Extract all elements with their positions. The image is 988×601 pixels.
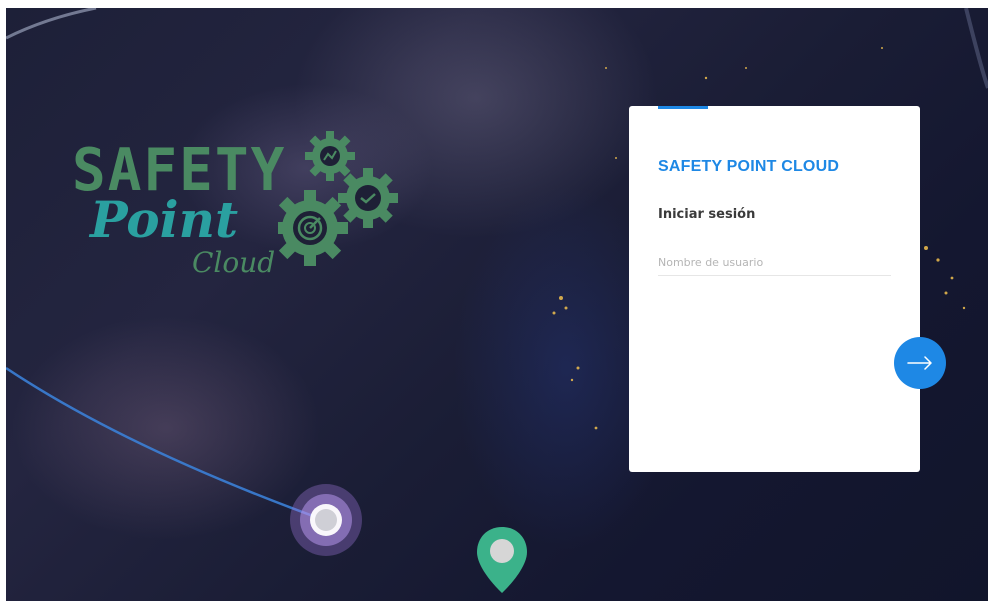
card-accent-bar — [658, 106, 708, 109]
gears-icon — [278, 131, 398, 266]
login-subtitle: Iniciar sesión — [658, 207, 756, 222]
login-title: SAFETY POINT CLOUD — [658, 158, 840, 175]
logo-point-text: Point — [90, 190, 239, 249]
next-button[interactable] — [894, 337, 946, 389]
arrow-right-icon — [907, 356, 932, 370]
logo-cloud-text: Cloud — [192, 246, 276, 279]
location-pin-icon — [477, 527, 527, 593]
login-card: SAFETY POINT CLOUD Iniciar sesión — [629, 106, 920, 472]
username-input[interactable] — [658, 249, 891, 276]
safety-point-cloud-logo: SAFETY Point Cloud — [70, 130, 410, 290]
